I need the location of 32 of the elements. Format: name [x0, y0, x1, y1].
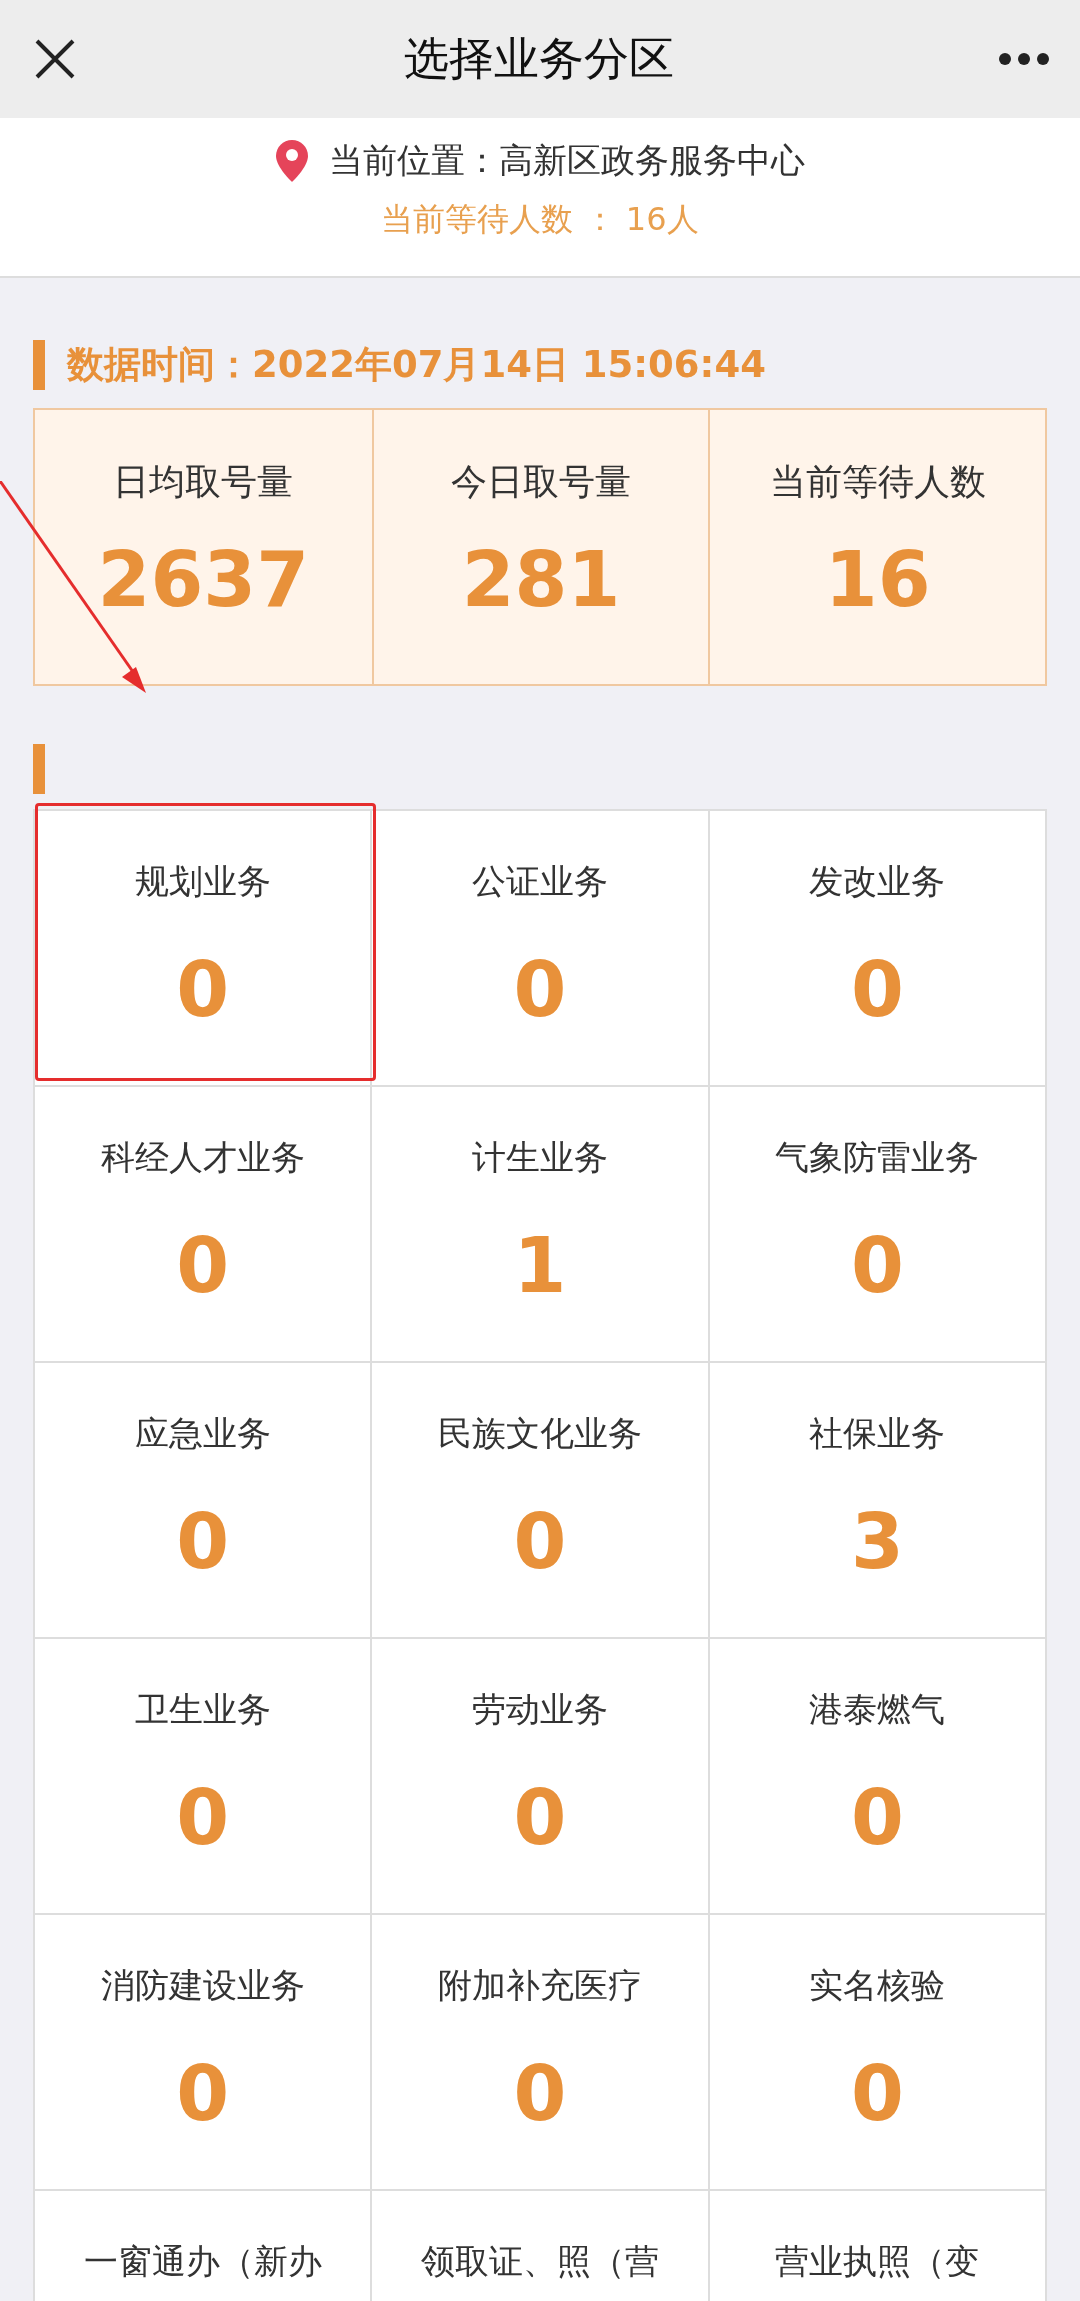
service-tile[interactable]: 应急业务 0 [35, 1363, 373, 1639]
service-tile[interactable]: 卫生业务 0 [35, 1639, 373, 1915]
service-tile[interactable]: 规划业务 0 [35, 811, 373, 1087]
service-tile[interactable]: 一窗通办（新办 [35, 2191, 373, 2301]
location-pin-icon [275, 139, 309, 183]
stat-value: 281 [461, 535, 621, 624]
service-tile[interactable]: 科经人才业务 0 [35, 1087, 373, 1363]
service-tile[interactable]: 消防建设业务 0 [35, 1915, 373, 2191]
service-tile[interactable]: 附加补充医疗 0 [372, 1915, 710, 2191]
data-time: 数据时间：2022年07月14日 15:06:44 [67, 342, 766, 388]
service-tile[interactable]: 公证业务 0 [372, 811, 710, 1087]
service-tile[interactable]: 领取证、照（营 [372, 2191, 710, 2301]
service-tile[interactable]: 港泰燃气 0 [709, 1639, 1047, 1915]
stat-value: 2637 [97, 535, 310, 624]
stat-value: 16 [824, 535, 931, 624]
location-text: 当前位置：高新区政务服务中心 [329, 139, 805, 182]
service-tile[interactable]: 民族文化业务 0 [372, 1363, 710, 1639]
service-tile[interactable]: 发改业务 0 [709, 811, 1047, 1087]
service-tile[interactable]: 计生业务 1 [372, 1087, 710, 1363]
stat-label: 当前等待人数 [769, 460, 986, 504]
section-marker [33, 340, 45, 390]
service-tile[interactable]: 营业执照（变 [709, 2191, 1047, 2301]
service-tile[interactable]: 实名核验 0 [709, 1915, 1047, 2191]
page-title: 选择业务分区 [404, 31, 674, 87]
waiting-count: 当前等待人数 ： 16人 [381, 199, 699, 240]
section-marker [33, 744, 45, 794]
service-tile[interactable]: 社保业务 3 [709, 1363, 1047, 1639]
service-tile[interactable]: 劳动业务 0 [372, 1639, 710, 1915]
service-tile[interactable]: 气象防雷业务 0 [709, 1087, 1047, 1363]
stat-label: 今日取号量 [451, 460, 631, 504]
more-icon[interactable] [998, 52, 1050, 66]
stat-label: 日均取号量 [113, 460, 294, 504]
